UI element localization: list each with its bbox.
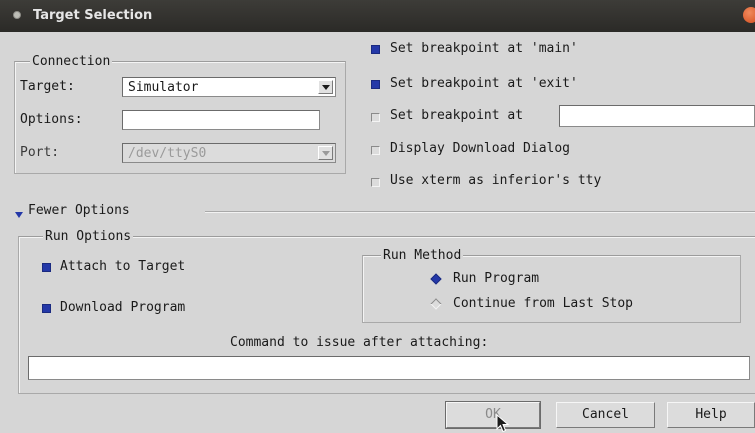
command-input[interactable] xyxy=(28,356,750,380)
run-method-legend: Run Method xyxy=(381,248,464,263)
breakpoint-at-checkbox[interactable] xyxy=(371,113,380,122)
run-program-label: Run Program xyxy=(453,271,540,286)
options-label: Options: xyxy=(20,112,83,127)
cancel-button[interactable]: Cancel xyxy=(556,402,655,428)
title-bar: Target Selection xyxy=(0,0,755,32)
target-value: Simulator xyxy=(128,80,199,95)
breakpoint-exit-label: Set breakpoint at 'exit' xyxy=(390,76,578,91)
ok-button[interactable]: OK xyxy=(446,402,540,428)
breakpoint-at-label: Set breakpoint at xyxy=(390,108,524,123)
xterm-tty-checkbox[interactable] xyxy=(371,178,380,187)
window-menu-icon[interactable] xyxy=(13,11,21,19)
target-label: Target: xyxy=(20,79,75,94)
fewer-options-toggle[interactable]: Fewer Options xyxy=(28,203,130,218)
port-value: /dev/ttyS0 xyxy=(128,146,207,161)
close-icon[interactable] xyxy=(743,7,755,23)
breakpoint-exit-checkbox[interactable] xyxy=(371,80,380,89)
breakpoint-location-input[interactable] xyxy=(559,105,755,127)
run-method-group xyxy=(362,255,741,323)
mouse-pointer-icon xyxy=(496,414,510,433)
attach-to-target-label: Attach to Target xyxy=(60,259,186,274)
run-options-legend: Run Options xyxy=(43,229,134,244)
continue-from-last-stop-label: Continue from Last Stop xyxy=(453,296,634,311)
display-download-label: Display Download Dialog xyxy=(390,141,571,156)
target-combobox[interactable]: Simulator xyxy=(122,77,336,97)
port-label: Port: xyxy=(20,145,60,160)
xterm-tty-label: Use xterm as inferior's tty xyxy=(390,173,602,188)
breakpoint-main-checkbox[interactable] xyxy=(371,45,380,54)
connection-legend: Connection xyxy=(30,54,113,69)
expander-arrow-icon[interactable] xyxy=(15,212,23,218)
download-program-label: Download Program xyxy=(60,300,186,315)
port-combobox[interactable]: /dev/ttyS0 xyxy=(122,143,336,163)
expander-separator xyxy=(205,211,755,213)
help-button[interactable]: Help xyxy=(667,402,755,428)
display-download-checkbox[interactable] xyxy=(371,146,380,155)
options-input[interactable] xyxy=(122,110,320,130)
download-program-checkbox[interactable] xyxy=(42,304,51,313)
dropdown-arrow-icon[interactable] xyxy=(318,146,333,160)
attach-to-target-checkbox[interactable] xyxy=(42,263,51,272)
dropdown-arrow-icon[interactable] xyxy=(318,80,333,94)
breakpoint-main-label: Set breakpoint at 'main' xyxy=(390,41,578,56)
window-title: Target Selection xyxy=(33,8,153,23)
command-label: Command to issue after attaching: xyxy=(230,335,489,350)
